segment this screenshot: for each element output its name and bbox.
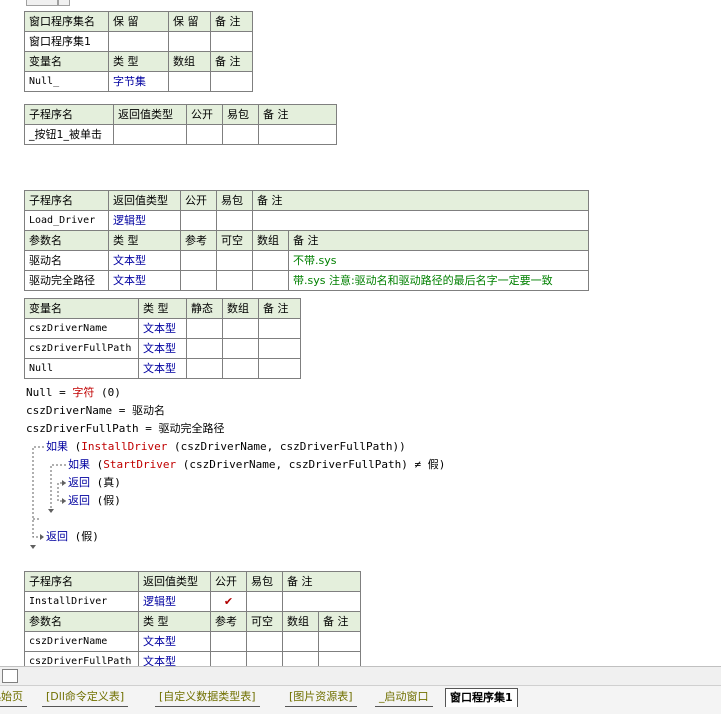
flow-arrow-icon <box>48 509 54 513</box>
header-cell: 参数名 <box>24 611 139 632</box>
header-cell: 类 型 <box>138 611 211 632</box>
flow-lines <box>30 446 66 549</box>
tab-image-resources[interactable]: [图片资源表] <box>285 688 357 707</box>
public-check-icon[interactable]: ✔ <box>210 591 247 612</box>
header-cell: 参考 <box>210 611 247 632</box>
param-name-cell[interactable]: cszDriverName <box>24 631 139 652</box>
flow-arrow-icon <box>40 534 44 540</box>
cell[interactable] <box>246 631 283 652</box>
cell[interactable] <box>246 591 283 612</box>
cell[interactable] <box>282 651 319 666</box>
header-cell: 返回值类型 <box>138 571 211 592</box>
header-cell: 备 注 <box>318 611 361 632</box>
cell[interactable] <box>282 631 319 652</box>
return-type-cell[interactable]: 逻辑型 <box>138 591 211 612</box>
horizontal-scrollbar[interactable] <box>0 666 721 685</box>
header-cell: 数组 <box>282 611 319 632</box>
flow-arrow-icon <box>62 480 66 486</box>
header-cell: 公开 <box>210 571 247 592</box>
cell[interactable] <box>318 631 361 652</box>
header-cell: 备 注 <box>282 571 361 592</box>
scroll-box[interactable] <box>2 669 18 683</box>
cell[interactable] <box>282 591 361 612</box>
flow-arrow-icon <box>62 498 66 504</box>
tab-window-assembly[interactable]: 窗口程序集1 <box>445 688 518 707</box>
code-editor[interactable]: 窗口程序集名 保 留 保 留 备 注 窗口程序集1 变量名 类 型 数组 备 注… <box>0 0 721 666</box>
table-row[interactable]: cszDriverFullPath 文本型 <box>24 651 361 666</box>
table-header-row: 子程序名 返回值类型 公开 易包 备 注 <box>24 571 361 592</box>
header-cell: 易包 <box>246 571 283 592</box>
cell[interactable] <box>210 631 247 652</box>
table-header-row: 参数名 类 型 参考 可空 数组 备 注 <box>24 611 361 632</box>
flow-arrow-icon <box>30 545 36 549</box>
header-cell: 子程序名 <box>24 571 139 592</box>
install-driver-subroutine-table: 子程序名 返回值类型 公开 易包 备 注 InstallDriver 逻辑型 ✔… <box>24 571 361 666</box>
tab-start-page[interactable]: 起始页 <box>0 688 27 707</box>
tab-custom-types[interactable]: [自定义数据类型表] <box>155 688 260 707</box>
cell[interactable] <box>210 651 247 666</box>
param-name-cell[interactable]: cszDriverFullPath <box>24 651 139 666</box>
cell[interactable] <box>246 651 283 666</box>
table-row[interactable]: InstallDriver 逻辑型 ✔ <box>24 591 361 612</box>
outer-if-flow-line <box>32 446 44 538</box>
header-cell: 可空 <box>246 611 283 632</box>
tab-bar: 起始页 [Dll命令定义表] [自定义数据类型表] [图片资源表] _启动窗口 … <box>0 685 721 714</box>
tab-startup-window[interactable]: _启动窗口 <box>375 688 433 707</box>
param-type-cell[interactable]: 文本型 <box>138 631 211 652</box>
tab-dll-commands[interactable]: [Dll命令定义表] <box>42 688 129 707</box>
subroutine-name-cell[interactable]: InstallDriver <box>24 591 139 612</box>
cell[interactable] <box>318 651 361 666</box>
table-row[interactable]: cszDriverName 文本型 <box>24 631 361 652</box>
param-type-cell[interactable]: 文本型 <box>138 651 211 666</box>
